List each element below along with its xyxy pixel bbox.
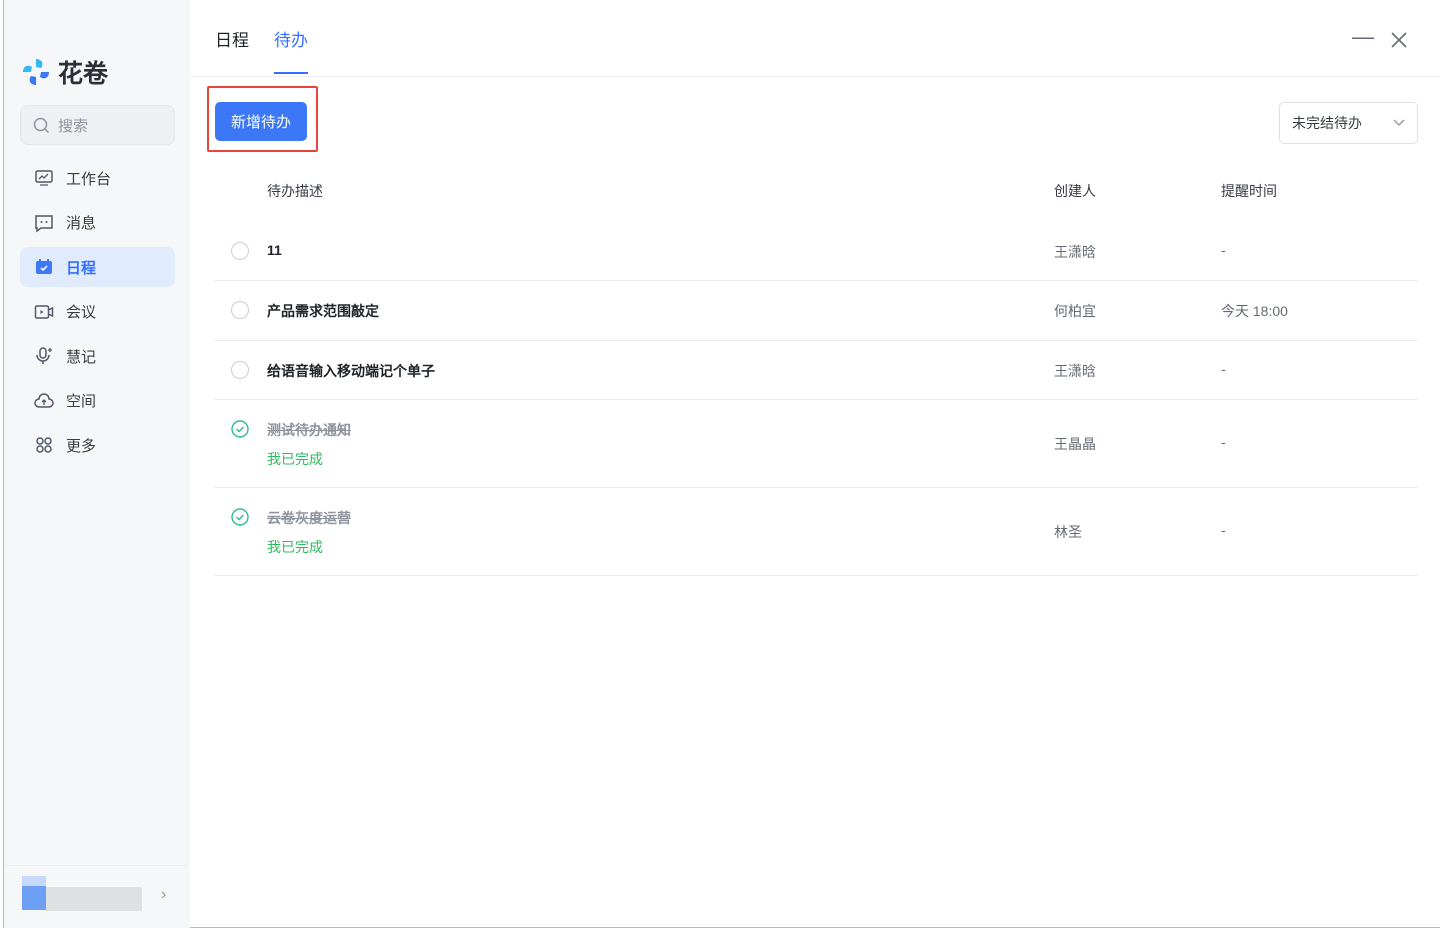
mic-icon [36, 347, 52, 364]
sidebar-item-meeting[interactable]: 会议 [20, 292, 175, 332]
todo-desc: 测试待办通知 [267, 422, 351, 438]
sidebar-item-space[interactable]: 空间 [20, 381, 175, 421]
app-name: 花卷 [58, 60, 109, 88]
search-icon [33, 117, 50, 133]
todo-remind-time: 今天 18:00 [1221, 303, 1288, 319]
sidebar: 花卷 搜索 工作台 消息 日程 会议 慧记 空间 更多 [4, 0, 190, 928]
sidebar-item-workbench[interactable]: 工作台 [20, 158, 175, 198]
sidebar-item-label: 工作台 [66, 170, 112, 188]
sidebar-item-messages[interactable]: 消息 [20, 203, 175, 243]
table-row[interactable]: 给语音输入移动端记个单子 王潇晗 - [214, 341, 1418, 400]
sidebar-item-label: 空间 [66, 393, 97, 410]
todo-remind-time: - [1221, 434, 1226, 450]
add-todo-button[interactable]: 新增待办 [215, 102, 307, 141]
video-icon [34, 304, 54, 319]
tab-todo[interactable]: 待办 [274, 26, 308, 76]
user-name-blurred [46, 887, 142, 911]
app-logo: 花卷 [20, 54, 108, 90]
minimize-button[interactable]: — [1352, 24, 1374, 50]
search-input[interactable]: 搜索 [20, 105, 175, 145]
sidebar-nav: 工作台 消息 日程 会议 慧记 空间 更多 [20, 158, 175, 470]
check-circle-icon[interactable] [231, 420, 249, 438]
sidebar-item-label: 日程 [66, 259, 97, 277]
table-row[interactable]: 测试待办通知 我已完成 王晶晶 - [214, 400, 1418, 488]
todo-status: 我已完成 [267, 451, 323, 467]
dashboard-icon [35, 170, 53, 186]
todo-remind-time: - [1221, 242, 1226, 258]
sidebar-item-label: 更多 [66, 437, 97, 455]
sidebar-item-label: 会议 [66, 304, 97, 321]
sidebar-item-label: 慧记 [66, 348, 97, 366]
checkbox-circle[interactable] [231, 361, 249, 379]
todo-creator: 王晶晶 [1054, 436, 1096, 452]
tab-schedule[interactable]: 日程 [215, 26, 249, 76]
close-icon[interactable] [1391, 32, 1407, 48]
chevron-down-icon [1393, 119, 1405, 126]
todo-creator: 王潇晗 [1054, 244, 1096, 260]
todo-desc: 11 [267, 242, 282, 258]
sidebar-item-notes[interactable]: 慧记 [20, 336, 175, 376]
checkbox-circle[interactable] [231, 242, 249, 260]
checkbox-circle[interactable] [231, 301, 249, 319]
table-row[interactable]: 11 王潇晗 - [214, 221, 1418, 281]
user-profile[interactable]: › [4, 865, 190, 927]
sidebar-item-more[interactable]: 更多 [20, 425, 175, 465]
todo-status: 我已完成 [267, 539, 323, 555]
column-header-remind: 提醒时间 [1221, 183, 1277, 199]
column-header-creator: 创建人 [1054, 183, 1096, 199]
todo-creator: 何柏宜 [1054, 303, 1096, 319]
header-divider [190, 76, 1440, 77]
table-row[interactable]: 云卷灰度运营 我已完成 林圣 - [214, 488, 1418, 576]
todo-creator: 王潇晗 [1054, 363, 1096, 379]
tab-bar: 日程 待办 [215, 26, 308, 76]
todo-desc: 给语音输入移动端记个单子 [267, 363, 435, 379]
column-header-desc: 待办描述 [267, 183, 323, 199]
todo-remind-time: - [1221, 361, 1226, 377]
table-row[interactable]: 产品需求范围敲定 何柏宜 今天 18:00 [214, 281, 1418, 341]
sidebar-item-calendar[interactable]: 日程 [20, 247, 175, 287]
todo-filter-select[interactable]: 未完结待办 [1279, 102, 1418, 144]
todo-desc: 云卷灰度运营 [267, 510, 351, 526]
check-circle-icon[interactable] [231, 508, 249, 526]
chevron-right-icon: › [161, 886, 167, 903]
logo-icon [23, 59, 49, 85]
filter-value: 未完结待办 [1292, 115, 1362, 131]
todo-desc: 产品需求范围敲定 [267, 303, 379, 319]
avatar [22, 876, 46, 910]
todo-creator: 林圣 [1054, 524, 1082, 540]
search-placeholder: 搜索 [58, 117, 89, 135]
message-icon [35, 214, 53, 232]
todo-remind-time: - [1221, 522, 1226, 538]
calendar-icon [36, 259, 52, 274]
grid-icon [36, 437, 52, 453]
sidebar-item-label: 消息 [66, 215, 97, 232]
cloud-upload-icon [34, 392, 54, 408]
